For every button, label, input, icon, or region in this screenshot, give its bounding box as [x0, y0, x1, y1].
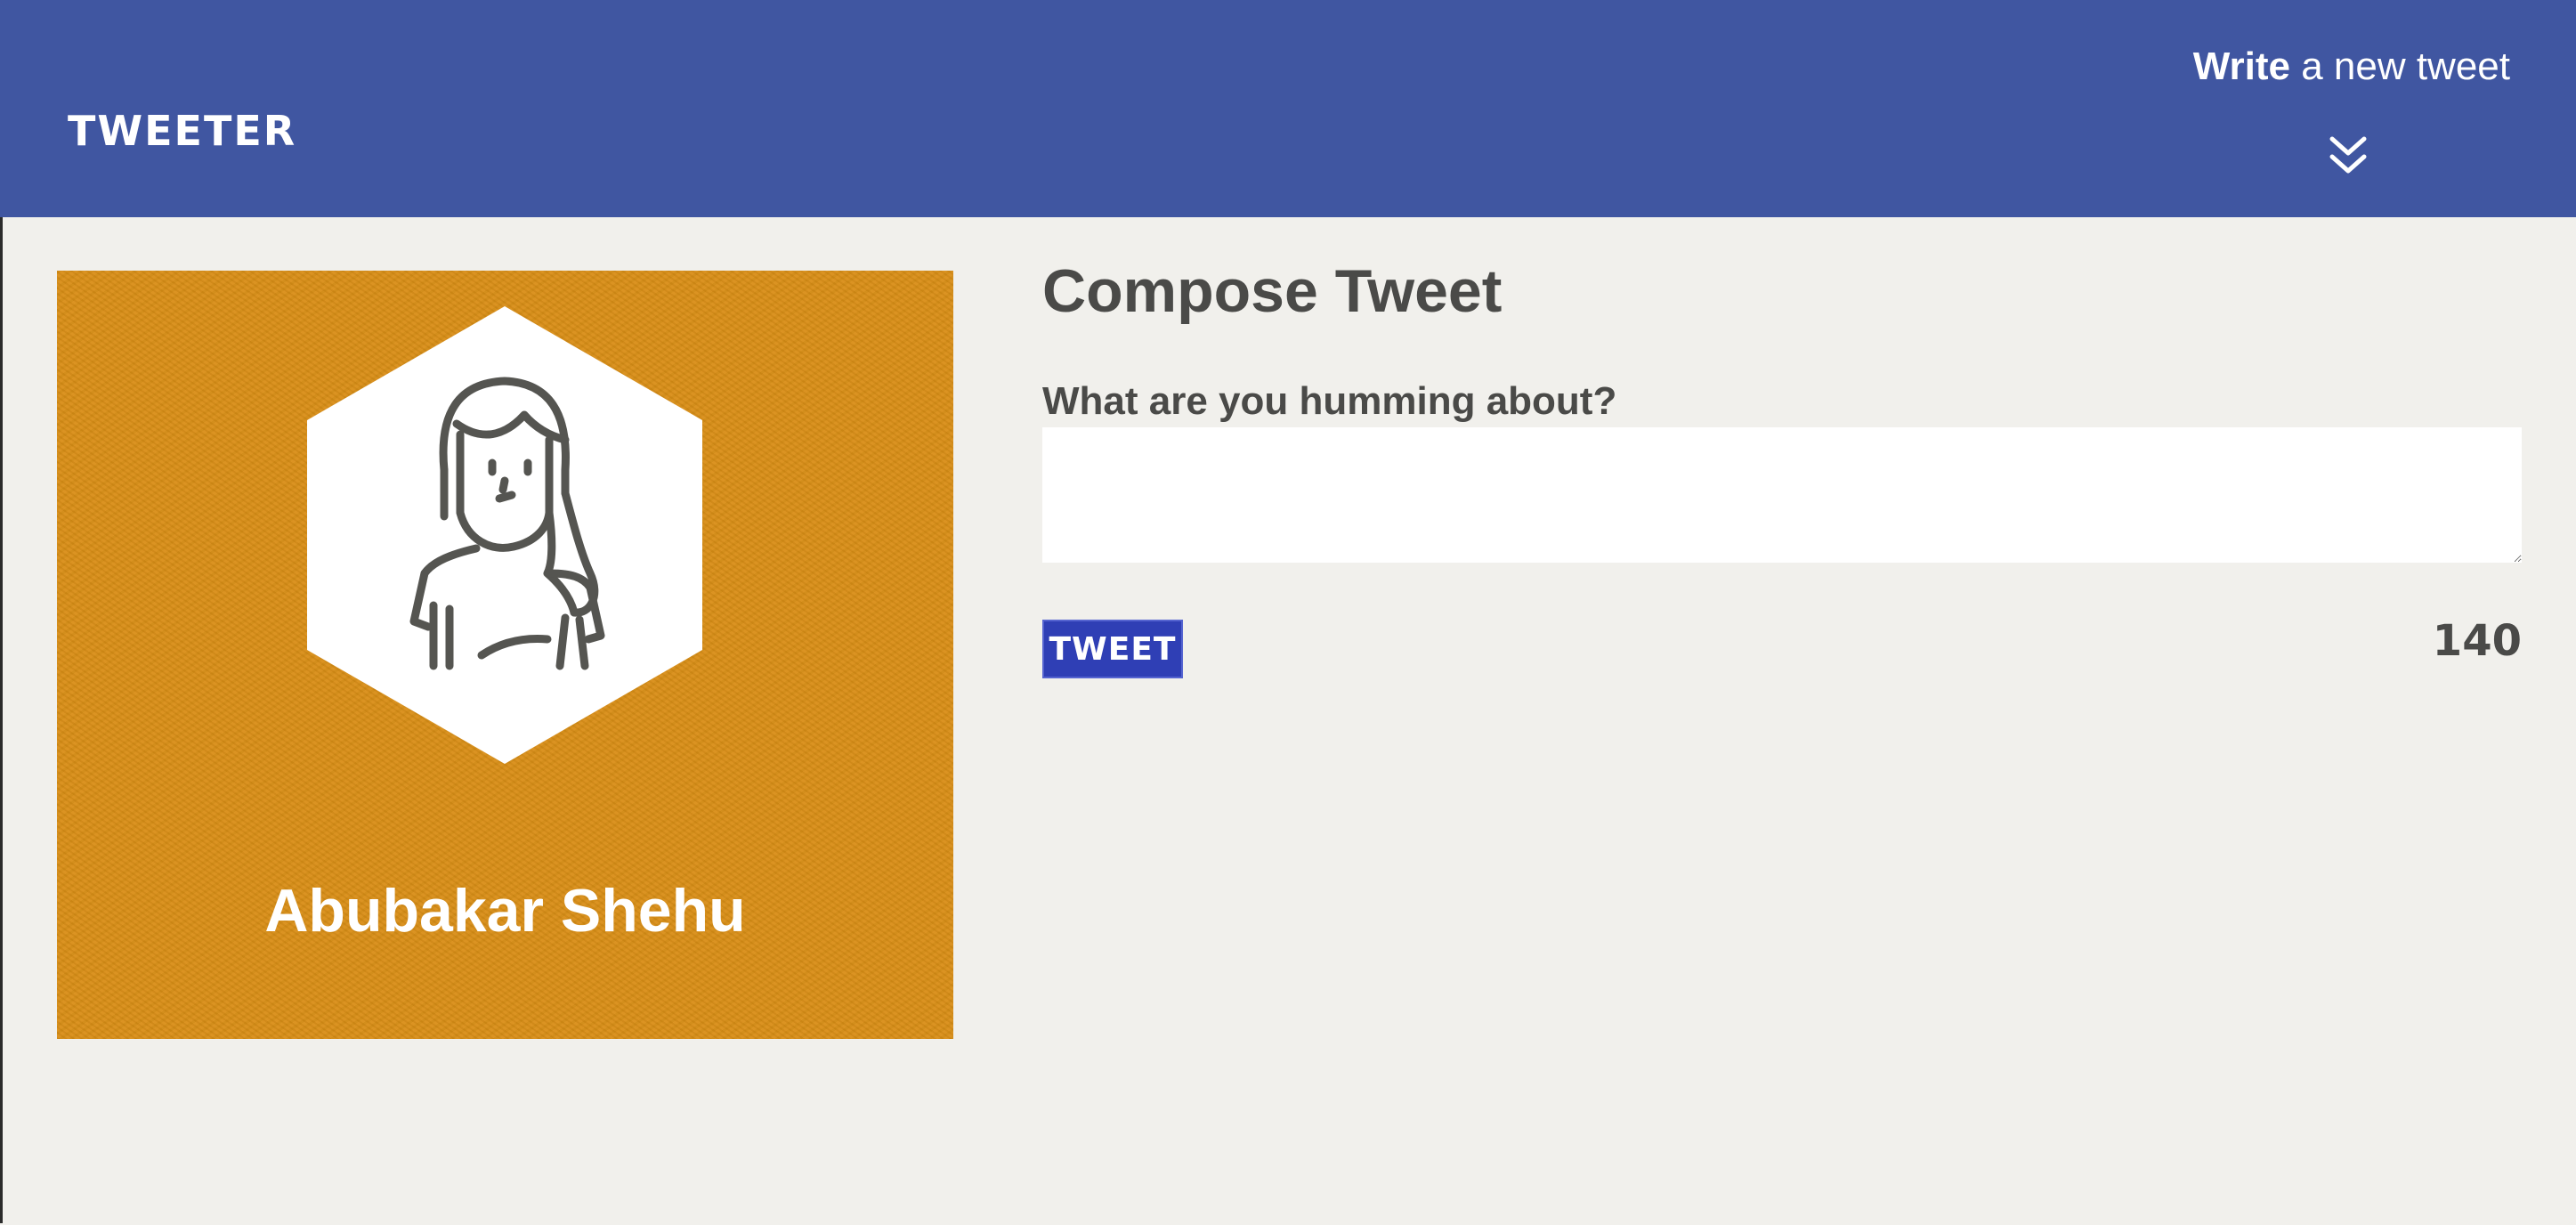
top-nav: TWEETER Write a new tweet [0, 0, 2576, 217]
tweet-button[interactable]: Tweet [1042, 620, 1183, 678]
write-new-tweet-label: Write a new tweet [2193, 45, 2510, 89]
person-avatar-icon [307, 306, 702, 764]
tweet-prompt-label: What are you humming about? [1042, 379, 1617, 423]
profile-card: Abubakar Shehu [57, 271, 953, 1039]
profile-name: Abubakar Shehu [264, 877, 746, 945]
character-counter: 140 [2432, 616, 2522, 666]
write-label-bold: Write [2192, 45, 2290, 88]
write-label-rest: a new tweet [2289, 45, 2510, 88]
compose-title: Compose Tweet [1042, 257, 1503, 325]
double-chevron-down-icon[interactable] [2329, 135, 2368, 176]
brand-logo[interactable]: TWEETER [68, 107, 296, 155]
write-new-tweet-toggle[interactable]: Write a new tweet [2136, 41, 2510, 192]
tweet-textarea[interactable] [1042, 427, 2522, 563]
